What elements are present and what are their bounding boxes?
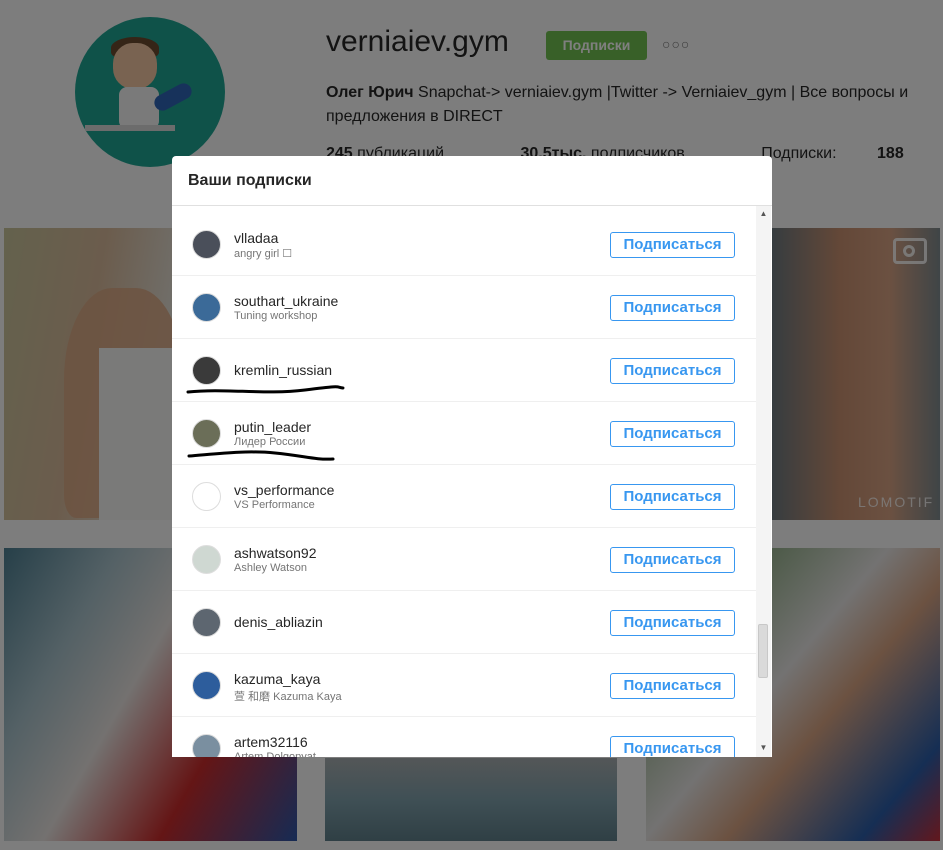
user-username[interactable]: vlladaa (234, 230, 278, 246)
user-avatar[interactable] (192, 293, 221, 322)
modal-scrollbar[interactable]: ▲ ▼ (756, 206, 771, 757)
user-full-name: Ashley Watson (234, 562, 307, 574)
list-item: denis_abliazin Подписаться (172, 591, 756, 654)
user-full-name: VS Performance (234, 499, 315, 511)
user-full-name: angry girl ☐ (234, 248, 293, 260)
follow-button[interactable]: Подписаться (610, 232, 735, 258)
user-username[interactable]: kazuma_kaya (234, 671, 320, 687)
follow-button[interactable]: Подписаться (610, 421, 735, 447)
user-avatar[interactable] (192, 230, 221, 259)
scroll-up-arrow-icon[interactable]: ▲ (756, 208, 771, 220)
list-item: kremlin_russian Подписаться (172, 339, 756, 402)
list-item: artem32116 Artem Dolgopyat Подписаться (172, 717, 756, 757)
follow-button[interactable]: Подписаться (610, 358, 735, 384)
user-username[interactable]: denis_abliazin (234, 614, 323, 630)
list-item: kazuma_kaya 萱 和磨 Kazuma Kaya Подписаться (172, 654, 756, 717)
follow-button[interactable]: Подписаться (610, 610, 735, 636)
scroll-down-arrow-icon[interactable]: ▼ (756, 742, 771, 754)
user-username[interactable]: artem32116 (234, 734, 308, 750)
list-item: southart_ukraine Tuning workshop Подписать… (172, 276, 756, 339)
list-item: putin_leader Лидер России Подписаться (172, 402, 756, 465)
user-full-name: Лидер России (234, 436, 306, 448)
user-avatar[interactable] (192, 482, 221, 511)
modal-header: Ваши подписки (172, 156, 772, 206)
user-avatar[interactable] (192, 419, 221, 448)
user-username[interactable]: ashwatson92 (234, 545, 317, 561)
user-avatar[interactable] (192, 671, 221, 700)
following-list-inner: vlladaa angry girl ☐ Подписаться southart_u… (172, 213, 756, 757)
modal-title: Ваши подписки (188, 172, 312, 189)
user-username[interactable]: putin_leader (234, 419, 311, 435)
follow-button[interactable]: Подписаться (610, 736, 735, 757)
follow-button[interactable]: Подписаться (610, 673, 735, 699)
list-item: vs_performance VS Performance Подписаться (172, 465, 756, 528)
user-username[interactable]: southart_ukraine (234, 293, 338, 309)
list-item: vlladaa angry girl ☐ Подписаться (172, 213, 756, 276)
follow-button[interactable]: Подписаться (610, 547, 735, 573)
user-full-name: Tuning workshop (234, 310, 318, 322)
user-full-name: 萱 和磨 Kazuma Kaya (234, 691, 342, 703)
following-modal: Ваши подписки vlladaa angry girl ☐ Подписа… (172, 156, 772, 757)
user-username[interactable]: vs_performance (234, 482, 334, 498)
user-full-name: Artem Dolgopyat (234, 751, 316, 757)
scroll-thumb[interactable] (758, 624, 768, 678)
list-item: ashwatson92 Ashley Watson Подписаться (172, 528, 756, 591)
user-avatar[interactable] (192, 545, 221, 574)
following-list[interactable]: vlladaa angry girl ☐ Подписаться southart_u… (172, 206, 756, 757)
follow-button[interactable]: Подписаться (610, 484, 735, 510)
user-avatar[interactable] (192, 356, 221, 385)
user-avatar[interactable] (192, 734, 221, 757)
user-username[interactable]: kremlin_russian (234, 362, 332, 378)
follow-button[interactable]: Подписаться (610, 295, 735, 321)
user-avatar[interactable] (192, 608, 221, 637)
